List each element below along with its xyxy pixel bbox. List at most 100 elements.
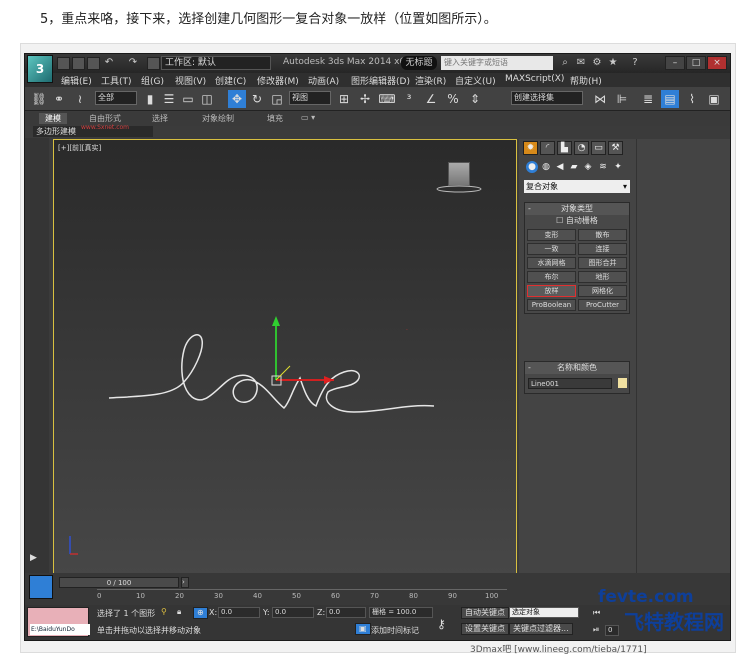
ribbon-tab-populate[interactable]: 填充: [267, 113, 283, 124]
loft-button[interactable]: 放样: [527, 285, 576, 297]
time-slider-next-icon[interactable]: ›: [181, 577, 189, 588]
create-tab-icon[interactable]: ✹: [523, 141, 538, 155]
selection-filter-dropdown[interactable]: 全部: [95, 91, 137, 105]
spinner-snap-icon[interactable]: ⇕: [466, 90, 484, 108]
unlink-icon[interactable]: ⚭: [50, 90, 68, 108]
menu-rendering[interactable]: 渲染(R): [415, 74, 446, 87]
timeline-ruler[interactable]: 0 10 20 30 40 50 60 70 80 90 100: [97, 589, 507, 603]
rect-selection-icon[interactable]: ▭: [179, 90, 197, 108]
y-coordinate-field[interactable]: 0.0: [272, 607, 314, 618]
connect-button[interactable]: 连接: [578, 243, 627, 255]
auto-key-button[interactable]: 自动关键点: [461, 607, 509, 619]
keyboard-shortcut-icon[interactable]: ⌨: [378, 90, 396, 108]
scatter-button[interactable]: 散布: [578, 229, 627, 241]
percent-snap-icon[interactable]: %: [444, 90, 462, 108]
time-slider[interactable]: 0 / 100: [59, 577, 179, 588]
hierarchy-tab-icon[interactable]: ▙: [557, 141, 572, 155]
autogrid-checkbox[interactable]: ☐ 自动栅格: [525, 215, 629, 227]
shapemerge-button[interactable]: 图形合并: [578, 257, 627, 269]
set-key-button[interactable]: 设置关键点: [461, 623, 509, 635]
procutter-button[interactable]: ProCutter: [578, 299, 627, 311]
menu-customize[interactable]: 自定义(U): [455, 74, 496, 87]
application-logo[interactable]: 3: [27, 55, 53, 83]
conform-button[interactable]: 一致: [527, 243, 576, 255]
menu-create[interactable]: 创建(C): [215, 74, 246, 87]
menu-views[interactable]: 视图(V): [175, 74, 206, 87]
communication-icon[interactable]: ⚙: [591, 57, 603, 69]
select-and-scale-icon[interactable]: ◲: [268, 90, 286, 108]
utilities-tab-icon[interactable]: ⚒: [608, 141, 623, 155]
proboolean-button[interactable]: ProBoolean: [527, 299, 576, 311]
morph-button[interactable]: 变形: [527, 229, 576, 241]
workspace-dropdown[interactable]: 工作区: 默认: [161, 56, 271, 70]
align-icon[interactable]: ⊫: [613, 90, 631, 108]
pivot-center-icon[interactable]: ⊞: [335, 90, 353, 108]
undo-icon[interactable]: ↶: [103, 57, 115, 69]
systems-icon[interactable]: ✦: [612, 161, 624, 173]
snaps-toggle-icon[interactable]: ³: [400, 90, 418, 108]
ribbon-tab-object-paint[interactable]: 对象绘制: [202, 113, 234, 124]
expand-arrow-icon[interactable]: ▶: [30, 553, 44, 567]
key-filter-dropdown[interactable]: 选定对象: [509, 607, 579, 618]
lock-selection-icon[interactable]: 🔒︎: [177, 607, 181, 617]
menu-group[interactable]: 组(G): [141, 74, 164, 87]
layer-manager-icon[interactable]: ≣: [639, 90, 657, 108]
favorites-star-icon[interactable]: ★: [607, 57, 619, 69]
menu-edit[interactable]: 编辑(E): [61, 74, 92, 87]
select-and-rotate-icon[interactable]: ↻: [248, 90, 266, 108]
absolute-mode-icon[interactable]: ⊕: [193, 607, 208, 619]
display-tab-icon[interactable]: ▭: [591, 141, 606, 155]
subscription-icon[interactable]: ✉: [575, 57, 587, 69]
curve-editor-icon[interactable]: ⌇: [683, 90, 701, 108]
select-by-name-icon[interactable]: ☰: [160, 90, 178, 108]
mesher-button[interactable]: 网格化: [578, 285, 627, 297]
menu-tools[interactable]: 工具(T): [101, 74, 132, 87]
save-file-icon[interactable]: [87, 57, 100, 70]
key-filters-button[interactable]: 关键点过滤器...: [509, 623, 573, 635]
help-icon[interactable]: ?: [629, 57, 641, 69]
angle-snap-icon[interactable]: ∠: [422, 90, 440, 108]
ribbon-tab-modeling[interactable]: 建模: [39, 113, 67, 124]
motion-tab-icon[interactable]: ◔: [574, 141, 589, 155]
bind-spacewarp-icon[interactable]: ≀: [71, 90, 89, 108]
boolean-button[interactable]: 布尔: [527, 271, 576, 283]
render-setup-icon[interactable]: ▣: [705, 90, 723, 108]
front-viewport[interactable]: [+][前][真实] ·: [53, 139, 517, 576]
lights-icon[interactable]: ◀: [554, 161, 566, 173]
select-and-manipulate-icon[interactable]: ✢: [356, 90, 374, 108]
time-config-icon[interactable]: ⏯: [593, 625, 599, 635]
mini-listener-icon[interactable]: [29, 575, 53, 599]
add-time-tag[interactable]: 添加时间标记: [371, 625, 419, 636]
z-coordinate-field[interactable]: 0.0: [326, 607, 366, 618]
link-icon[interactable]: ⛓: [30, 90, 48, 108]
mirror-icon[interactable]: ⋈: [591, 90, 609, 108]
terrain-button[interactable]: 地形: [578, 271, 627, 283]
graphite-toggle-icon[interactable]: ▤: [661, 90, 679, 108]
object-name-field[interactable]: Line001: [528, 378, 612, 389]
ribbon-tab-freeform[interactable]: 自由形式: [89, 113, 121, 124]
name-color-header[interactable]: - 名称和颜色: [525, 362, 629, 374]
reference-coordinate-dropdown[interactable]: 视图: [289, 91, 331, 105]
menu-modifiers[interactable]: 修改器(M): [257, 74, 299, 87]
spacewarps-icon[interactable]: ≋: [597, 161, 609, 173]
object-type-header[interactable]: - 对象类型: [525, 203, 629, 215]
menu-help[interactable]: 帮助(H): [570, 74, 602, 87]
isolate-icon[interactable]: ⚲: [161, 607, 167, 616]
select-object-icon[interactable]: ▮: [141, 90, 159, 108]
project-folder-icon[interactable]: [147, 57, 160, 70]
geometry-icon[interactable]: ●: [526, 161, 538, 173]
modify-tab-icon[interactable]: ◜: [540, 141, 555, 155]
current-frame-field[interactable]: 0: [605, 625, 619, 636]
cameras-icon[interactable]: ▰: [568, 161, 580, 173]
maximize-button[interactable]: □: [686, 56, 706, 70]
blobmesh-button[interactable]: 水滴网格: [527, 257, 576, 269]
window-crossing-icon[interactable]: ◫: [198, 90, 216, 108]
search-input[interactable]: 键入关键字或短语: [441, 56, 553, 70]
menu-maxscript[interactable]: MAXScript(X): [505, 74, 564, 84]
menu-graph-editors[interactable]: 图形编辑器(D): [351, 74, 410, 87]
menu-animation[interactable]: 动画(A): [308, 74, 339, 87]
open-file-icon[interactable]: [72, 57, 85, 70]
x-coordinate-field[interactable]: 0.0: [218, 607, 260, 618]
new-file-icon[interactable]: [57, 57, 70, 70]
named-selection-set-dropdown[interactable]: 创建选择集: [511, 91, 583, 105]
